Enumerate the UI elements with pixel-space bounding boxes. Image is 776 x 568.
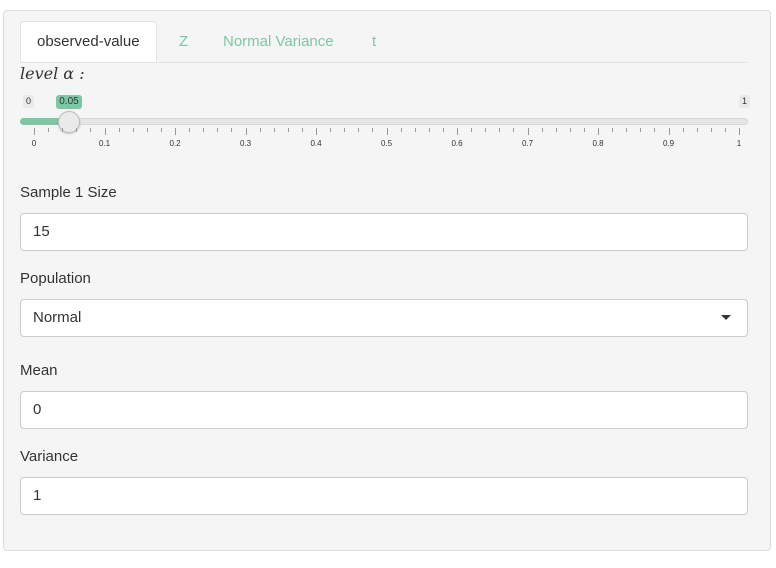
mean-label: Mean <box>20 362 58 379</box>
slider-tick <box>555 128 557 132</box>
slider-tick <box>203 128 205 132</box>
tab-t[interactable]: t <box>372 21 376 62</box>
slider-tick <box>569 128 571 132</box>
slider-tick <box>583 128 585 132</box>
variance-input[interactable]: 1 <box>20 477 748 515</box>
sample-size-input[interactable]: 15 <box>20 213 748 251</box>
population-label: Population <box>20 270 91 287</box>
slider-tick <box>414 128 416 132</box>
slider-tick-label: 0.2 <box>169 139 181 148</box>
population-select[interactable]: Normal <box>20 299 748 337</box>
slider-tick-label: 0 <box>31 139 37 148</box>
slider-tick <box>626 128 628 132</box>
slider-tick <box>160 128 162 132</box>
slider-tick-label: 0.1 <box>98 139 111 148</box>
sample-size-label: Sample 1 Size <box>20 184 117 201</box>
slider-tick <box>739 128 740 135</box>
tab-normal-variance[interactable]: Normal Variance <box>223 21 334 62</box>
slider-tick <box>118 128 120 132</box>
slider-tick <box>541 128 543 132</box>
population-selected-value: Normal <box>33 309 82 326</box>
slider-tick <box>330 128 332 132</box>
slider-tick <box>76 128 78 132</box>
slider-tick <box>400 128 402 132</box>
tab-observed-value[interactable]: observed-value <box>20 21 157 62</box>
slider-tick-label: 0.4 <box>310 139 322 148</box>
slider-tick <box>612 128 614 132</box>
slider-max-label: 1 <box>739 95 751 108</box>
slider-tick <box>104 128 106 135</box>
slider-tick-label: 1 <box>736 139 742 148</box>
slider-tick <box>62 128 64 132</box>
slider-tick <box>386 128 388 135</box>
slider-tick <box>485 128 487 132</box>
slider-tick <box>457 128 458 135</box>
slider-tick <box>358 128 360 132</box>
slider-tick <box>301 128 303 132</box>
slider-tick <box>344 128 346 132</box>
slider-tick <box>245 128 247 135</box>
input-panel <box>3 10 771 551</box>
slider-tick-label: 0.3 <box>239 139 252 148</box>
slider-value-badge: 0.05 <box>56 95 82 109</box>
slider-tick <box>428 128 430 132</box>
slider-tick-label: 0.5 <box>380 139 393 148</box>
slider-tick <box>640 128 642 132</box>
slider-tick <box>175 128 176 135</box>
slider-tick-label: 0.7 <box>521 139 534 148</box>
chevron-down-icon <box>721 315 731 320</box>
slider-track[interactable] <box>20 118 748 125</box>
slider-tick-label: 0.8 <box>592 139 604 148</box>
slider-tick <box>90 128 92 132</box>
slider-tick <box>146 128 148 132</box>
slider-tick <box>287 128 289 132</box>
slider-min-label: 0 <box>23 95 35 108</box>
slider-tick <box>273 128 275 132</box>
slider-tick <box>34 128 35 135</box>
slider-tick <box>259 128 261 132</box>
slider-tick <box>696 128 698 132</box>
slider-tick <box>499 128 501 132</box>
mean-input[interactable]: 0 <box>20 391 748 429</box>
slider-tick <box>48 128 50 132</box>
slider-tick <box>372 128 374 132</box>
slider-tick <box>654 128 656 132</box>
alpha-level-label: level α : <box>20 64 85 83</box>
variance-label: Variance <box>20 448 79 465</box>
slider-tick <box>682 128 684 132</box>
slider-tick <box>710 128 712 132</box>
slider-tick <box>231 128 233 132</box>
slider-ticks: 0 0.1 0.2 0.3 0.4 0.5 0.6 0.7 0.8 0.9 1 <box>0 128 776 158</box>
slider-tick <box>527 128 529 135</box>
slider-tick <box>189 128 191 132</box>
slider-tick <box>132 128 134 132</box>
slider-tick <box>513 128 515 132</box>
slider-tick <box>471 128 473 132</box>
slider-tick <box>217 128 219 132</box>
tab-bar: observed-value Z Normal Variance t <box>20 21 748 63</box>
slider-tick-label: 0.9 <box>662 139 675 148</box>
slider-tick <box>598 128 599 135</box>
slider-tick-label: 0.6 <box>451 139 463 148</box>
slider-tick <box>442 128 444 132</box>
slider-tick <box>724 128 726 132</box>
slider-tick <box>316 128 317 135</box>
tab-z[interactable]: Z <box>179 21 188 62</box>
slider-tick <box>668 128 670 135</box>
